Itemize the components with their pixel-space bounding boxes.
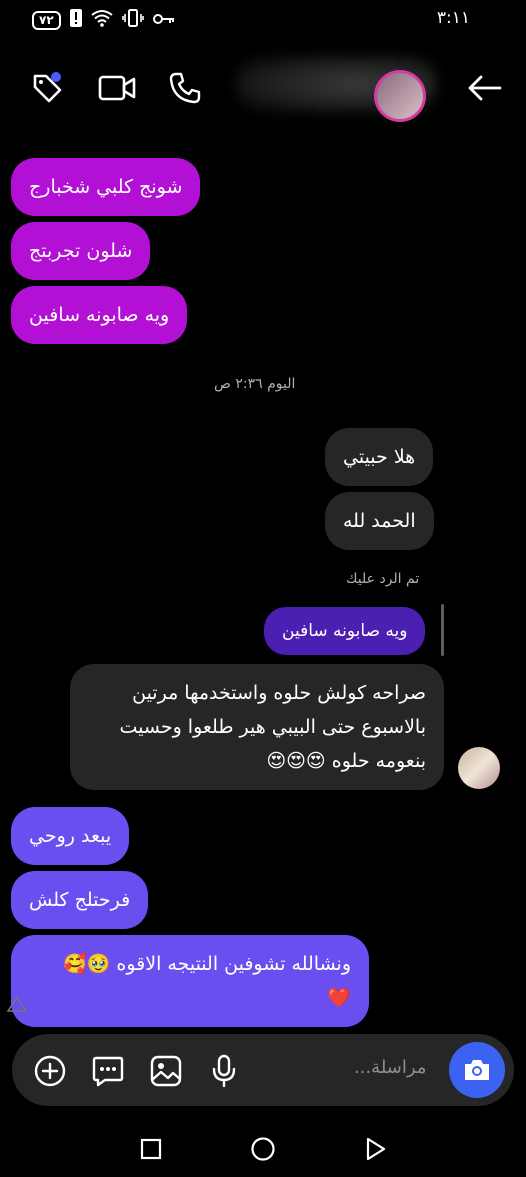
- message-sent-long[interactable]: ونشالله تشوفين النتيجه الاقوه 🥹🥰 ❤️: [11, 935, 369, 1027]
- status-time: ٣:١١: [436, 8, 470, 28]
- reply-label: تم الرد عليك: [346, 571, 420, 587]
- message-line: ونشالله تشوفين النتيجه الاقوه 🥹🥰: [63, 953, 351, 975]
- gallery-icon[interactable]: [148, 1053, 184, 1089]
- timestamp: اليوم ٢:٣٦ ص: [214, 376, 296, 392]
- video-call-icon[interactable]: [95, 66, 139, 110]
- message-received-long[interactable]: صراحه كولش حلوه واستخدمها مرتين بالاسبوع…: [70, 664, 444, 790]
- message-sent[interactable]: شونج كلبي شخبارج: [11, 158, 201, 216]
- back-nav-icon[interactable]: [357, 1131, 393, 1167]
- camera-icon: [465, 1060, 489, 1080]
- message-line: ❤️: [327, 987, 351, 1009]
- phone-call-icon[interactable]: [163, 66, 207, 110]
- reply-indicator-bar: [441, 604, 444, 656]
- wifi-icon: [91, 9, 113, 31]
- status-icons: ٧٢: [32, 9, 175, 31]
- message-sent[interactable]: ويه صابونه سافين: [11, 286, 188, 344]
- battery-indicator: ٧٢: [32, 10, 61, 30]
- message-line: بالاسبوع حتى البيبي هير طلعوا وحسيت: [119, 716, 426, 738]
- seen-icon: [6, 995, 28, 1017]
- contact-avatar[interactable]: [374, 70, 426, 122]
- message-sent[interactable]: شلون تجربتج: [11, 222, 151, 280]
- message-received[interactable]: الحمد لله: [325, 492, 434, 550]
- message-sent[interactable]: فرحتلج كلش: [11, 871, 149, 929]
- message-composer: [12, 1034, 514, 1106]
- add-plus-icon[interactable]: [32, 1053, 68, 1089]
- sender-avatar[interactable]: [458, 747, 500, 789]
- microphone-icon[interactable]: [206, 1053, 242, 1089]
- tag-icon[interactable]: [25, 66, 69, 110]
- message-line: صراحه كولش حلوه واستخدمها مرتين: [132, 682, 426, 704]
- recent-apps-icon[interactable]: [133, 1131, 169, 1167]
- quoted-reply[interactable]: ويه صابونه سافين: [264, 607, 426, 655]
- alert-icon: [69, 9, 82, 31]
- sticker-chat-icon[interactable]: [90, 1053, 126, 1089]
- message-input[interactable]: مراسلة...: [354, 1057, 426, 1078]
- camera-button[interactable]: [449, 1042, 505, 1098]
- message-sent[interactable]: يبعد روحي: [11, 807, 130, 865]
- message-received[interactable]: هلا حبيتي: [325, 428, 434, 486]
- home-icon[interactable]: [245, 1131, 281, 1167]
- message-line: بنعومه حلوه 😍😍😍: [266, 750, 426, 772]
- key-icon: [152, 11, 175, 30]
- back-arrow-icon[interactable]: [462, 66, 506, 110]
- vibrate-icon: [121, 9, 144, 31]
